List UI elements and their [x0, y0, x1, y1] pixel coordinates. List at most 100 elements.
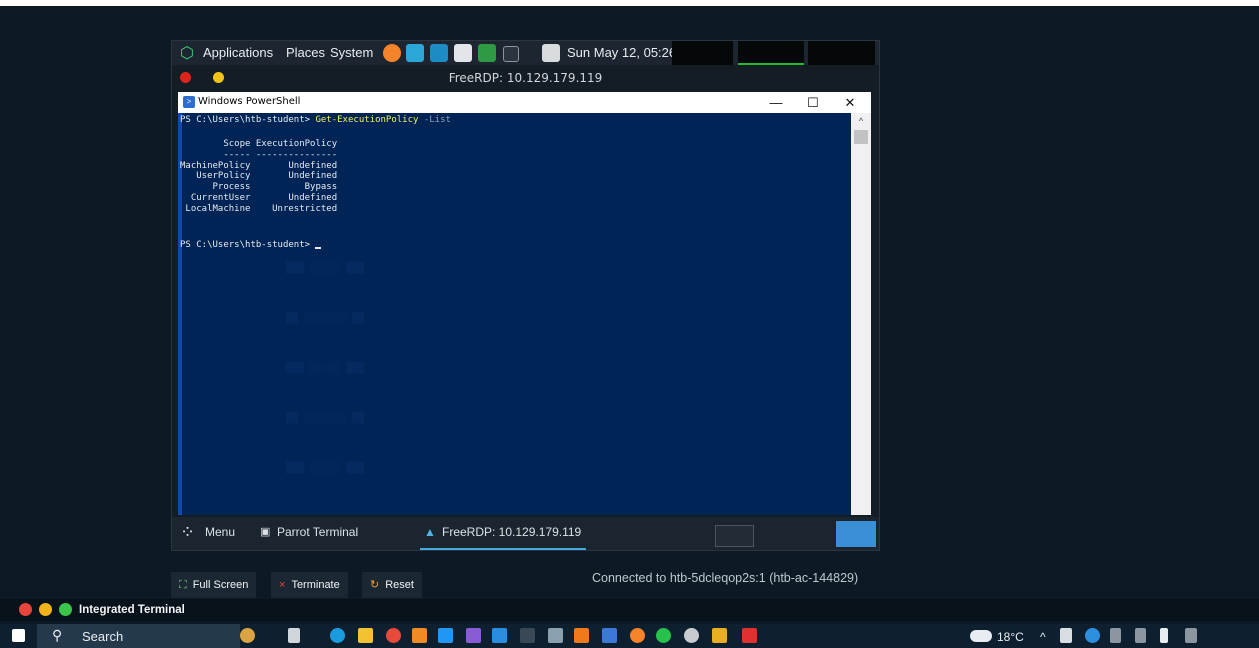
firefox-icon[interactable] — [383, 44, 401, 62]
fullscreen-button[interactable]: ⛶ Full Screen — [171, 572, 257, 598]
search-icon: ⚲ — [52, 627, 63, 643]
tray-usb-icon[interactable] — [1160, 628, 1168, 643]
workspace-switcher[interactable] — [715, 525, 754, 547]
search-placeholder: Search — [82, 629, 124, 644]
table-row: MachinePolicy Undefined — [180, 161, 338, 171]
visual-studio-icon[interactable] — [466, 628, 481, 643]
network-tool-icon[interactable] — [430, 44, 448, 62]
integrated-terminal-label: Integrated Terminal — [79, 604, 185, 616]
tray-keyboard-icon[interactable] — [1110, 628, 1121, 643]
network-status-icon[interactable] — [542, 44, 560, 62]
terminate-button[interactable]: × Terminate — [271, 572, 348, 598]
whatsapp-icon[interactable] — [656, 628, 671, 643]
parrot-top-panel: ⬡ Applications Places System Sun May 12,… — [172, 41, 879, 66]
background-ghost: ▒▒ ░░░░░░░ ▒▒ — [286, 413, 365, 424]
terminal-icon[interactable] — [478, 44, 496, 62]
powershell-window[interactable]: > Windows PowerShell — ☐ ✕ ▒▒▒ ░░░░░ ▒▒▒… — [178, 92, 871, 515]
utility-icon[interactable] — [712, 628, 727, 643]
reset-label: Reset — [385, 579, 414, 591]
fullscreen-label: Full Screen — [192, 579, 249, 591]
temperature[interactable]: 18°C — [997, 630, 1024, 644]
menu-places[interactable]: Places — [286, 45, 325, 60]
table-header: Scope ExecutionPolicy — [180, 139, 338, 149]
tray-notification-icon[interactable] — [1185, 628, 1197, 643]
maximize-button[interactable]: ☐ — [797, 93, 829, 112]
taskbar-parrot-terminal[interactable]: Parrot Terminal — [277, 525, 358, 539]
virtualbox-icon[interactable] — [548, 628, 563, 643]
task-view-icon[interactable] — [288, 628, 300, 643]
terminal-alt-icon[interactable] — [503, 46, 519, 62]
terminal-icon: ▣ — [260, 526, 271, 538]
freerdp-icon: ▲ — [424, 525, 436, 539]
minimize-button[interactable]: — — [760, 93, 792, 112]
app-icon[interactable] — [602, 628, 617, 643]
edge-icon[interactable] — [330, 628, 345, 643]
taskbar-search[interactable]: ⚲ Search — [37, 624, 240, 648]
network-monitor-widget — [808, 41, 875, 65]
current-prompt-line[interactable]: PS C:\Users\htb-student> — [180, 240, 322, 250]
integrated-terminal-bar: Integrated Terminal — [0, 599, 1259, 621]
windows-taskbar: ⚲ Search 18°C ^ — [0, 624, 1259, 648]
freerdp-window-title: FreeRDP: 10.129.179.119 — [448, 71, 603, 85]
powershell-title: Windows PowerShell — [198, 96, 301, 107]
scroll-up-arrow-icon[interactable]: ^ — [851, 113, 871, 129]
tray-display-icon[interactable] — [1135, 628, 1146, 643]
tray-app-icon[interactable] — [1060, 628, 1072, 643]
firefox-icon[interactable] — [630, 628, 645, 643]
background-ghost: ▒▒▒ ░░░░░ ▒▒▒ — [286, 463, 365, 474]
bolt-app-icon[interactable] — [406, 44, 424, 62]
vertical-scrollbar[interactable]: ^ — [851, 113, 871, 515]
background-ghost: ▒▒ ░░░░░░░ ▒▒ — [286, 313, 365, 324]
mascot-icon[interactable] — [240, 628, 255, 643]
command: Get-ExecutionPolicy — [315, 115, 419, 125]
cpu-monitor-widget — [738, 41, 804, 65]
scroll-thumb[interactable] — [854, 130, 868, 144]
reset-icon: ↻ — [370, 579, 380, 591]
close-button[interactable]: ✕ — [834, 93, 866, 112]
chrome-icon[interactable] — [386, 628, 401, 643]
red-circle-icon[interactable] — [19, 603, 32, 616]
command-line: PS C:\Users\htb-student> Get-ExecutionPo… — [180, 115, 451, 125]
terminate-label: Terminate — [291, 579, 340, 591]
parrot-logo-icon[interactable]: ⬡ — [180, 43, 194, 63]
weather-cloud-icon[interactable] — [970, 630, 992, 642]
taskbar-freerdp[interactable]: FreeRDP: 10.129.179.119 — [442, 525, 581, 539]
hidden-icons-chevron[interactable]: ^ — [1040, 630, 1046, 644]
remote-app-icon[interactable] — [742, 628, 757, 643]
powershell-titlebar[interactable]: > Windows PowerShell — ☐ ✕ — [178, 92, 871, 113]
parrot-bottom-panel: ⁘ Menu ▣ Parrot Terminal ▲ FreeRDP: 10.1… — [172, 517, 879, 550]
vlc-icon[interactable] — [574, 628, 589, 643]
menu-button[interactable]: Menu — [205, 525, 235, 539]
remote-desktop-frame: ⬡ Applications Places System Sun May 12,… — [171, 40, 880, 551]
settings-icon[interactable] — [684, 628, 699, 643]
table-separator: ----- --------------- — [180, 150, 338, 160]
tray-shield-icon[interactable] — [1085, 628, 1100, 643]
menu-applications[interactable]: Applications — [203, 45, 273, 60]
command-argument: -List — [418, 115, 451, 125]
text-editor-icon[interactable] — [454, 44, 472, 62]
table-row: LocalMachine Unrestricted — [180, 204, 338, 214]
powershell-console[interactable]: ▒▒▒ ░░░░░ ▒▒▒ ▒▒ ░░░░░░░ ▒▒ ▒▒▒ ░░░░░ ▒▒… — [178, 113, 851, 515]
wireshark-icon[interactable] — [438, 628, 453, 643]
menu-grid-icon[interactable]: ⁘ — [180, 522, 195, 543]
active-task-indicator — [420, 548, 586, 550]
vscode-icon[interactable] — [492, 628, 507, 643]
panel-widget-empty — [672, 41, 733, 65]
terminal-icon[interactable] — [520, 628, 535, 643]
table-row: Process Bypass — [180, 182, 338, 192]
windows-start-icon[interactable] — [12, 629, 25, 642]
menu-system[interactable]: System — [330, 45, 373, 60]
background-ghost: ▒▒▒ ░░░░░ ▒▒▒ — [286, 263, 365, 274]
green-circle-icon[interactable] — [59, 603, 72, 616]
file-explorer-icon[interactable] — [358, 628, 373, 643]
fullscreen-icon: ⛶ — [179, 579, 187, 591]
powershell-icon: > — [183, 96, 195, 108]
yellow-circle-icon[interactable] — [39, 603, 52, 616]
show-desktop-button[interactable] — [836, 521, 876, 547]
terminate-icon: × — [279, 579, 286, 591]
sublime-icon[interactable] — [412, 628, 427, 643]
clock: Sun May 12, 05:26 — [567, 45, 677, 60]
prompt: PS C:\Users\htb-student> — [180, 115, 316, 125]
reset-button[interactable]: ↻ Reset — [362, 572, 422, 598]
connection-status: Connected to htb-5dcleqop2s:1 (htb-ac-14… — [592, 571, 859, 585]
